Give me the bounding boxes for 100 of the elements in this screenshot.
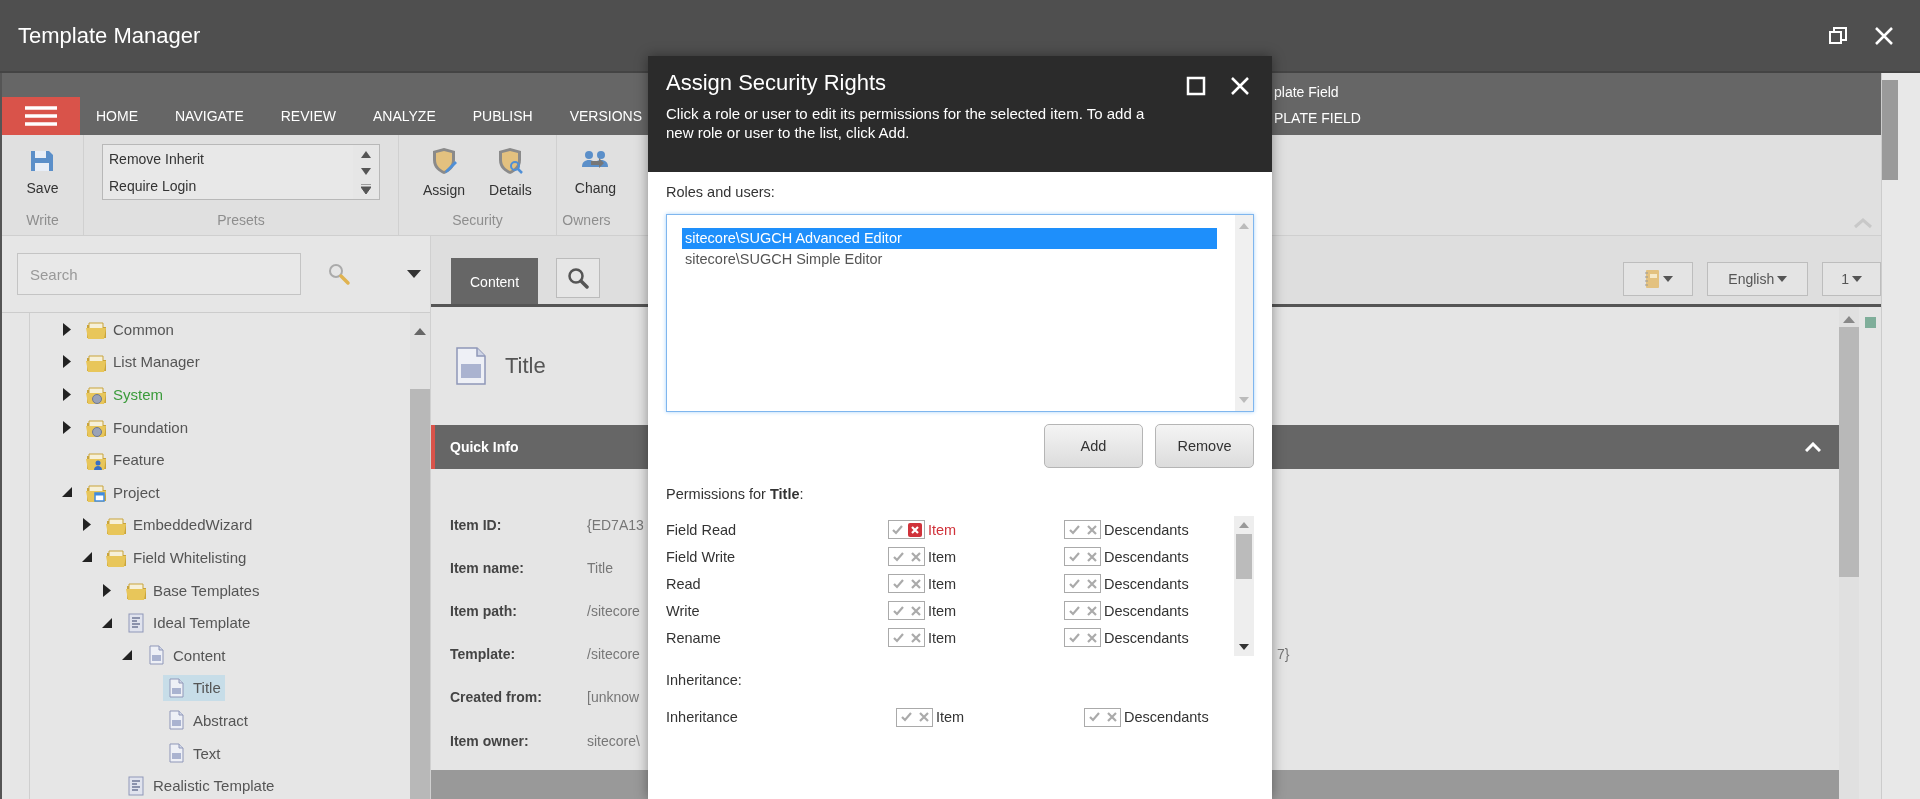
cross-icon bbox=[910, 551, 921, 562]
permission-toggle[interactable] bbox=[888, 520, 925, 539]
details-button[interactable]: Details bbox=[489, 146, 532, 198]
tree-item[interactable]: Abstract bbox=[163, 707, 253, 734]
permission-name: Field Read bbox=[666, 521, 738, 538]
permission-toggle[interactable] bbox=[1064, 574, 1101, 593]
tree-item[interactable]: Base Templates bbox=[123, 577, 264, 604]
cross-icon bbox=[910, 632, 921, 643]
ribbon-tab[interactable]: HOME bbox=[96, 108, 138, 124]
scroll-down-icon[interactable] bbox=[361, 167, 371, 175]
ribbon-tab[interactable]: PUBLISH bbox=[472, 108, 533, 124]
role-item[interactable]: sitecore\SUGCH Advanced Editor bbox=[682, 228, 1217, 249]
caret-icon bbox=[1852, 276, 1862, 282]
tree-item[interactable]: Title bbox=[163, 674, 225, 701]
check-icon bbox=[1068, 605, 1080, 616]
collapse-arrow-icon[interactable] bbox=[82, 552, 92, 563]
permission-toggle[interactable] bbox=[888, 547, 925, 566]
role-item[interactable]: sitecore\SUGCH Simple Editor bbox=[682, 249, 1217, 270]
editor-tab[interactable]: Content bbox=[451, 258, 539, 304]
expand-arrow-icon[interactable] bbox=[63, 420, 71, 434]
permission-toggle[interactable] bbox=[1064, 520, 1101, 539]
permission-name: Field Write bbox=[666, 548, 737, 565]
permission-label: Descendants bbox=[1104, 548, 1189, 565]
ribbon-tab[interactable]: NAVIGATE bbox=[175, 108, 244, 124]
collapse-arrow-icon[interactable] bbox=[102, 617, 112, 628]
save-button[interactable]: Save bbox=[26, 148, 59, 196]
cross-icon bbox=[910, 578, 921, 589]
field-label: Item owner: bbox=[449, 732, 529, 749]
presets-list[interactable]: Remove Inherit Require Login bbox=[102, 144, 380, 200]
tree-item[interactable]: Project bbox=[83, 479, 164, 506]
permission-toggle[interactable] bbox=[1064, 601, 1101, 620]
field-label: Template: bbox=[449, 646, 516, 663]
permission-toggle[interactable] bbox=[1064, 628, 1101, 647]
maximize-icon[interactable] bbox=[1186, 76, 1206, 96]
permission-label: Item bbox=[936, 709, 965, 725]
close-icon[interactable] bbox=[1230, 76, 1250, 96]
tree-item[interactable]: Foundation bbox=[83, 414, 193, 441]
tree-item[interactable]: List Manager bbox=[83, 348, 204, 375]
tree-item[interactable]: EmbeddedWizard bbox=[103, 511, 257, 538]
cross-icon bbox=[1106, 712, 1117, 722]
search-icon bbox=[567, 267, 590, 289]
field-value: sitecore\ bbox=[587, 732, 640, 749]
field-label: Inheritance: bbox=[666, 672, 743, 688]
roles-list[interactable]: sitecore\SUGCH Advanced Editor sitecore\SUGCH Simple Editor bbox=[666, 214, 1254, 412]
dialog-button[interactable]: Remove bbox=[1155, 424, 1254, 468]
scrollbar[interactable] bbox=[1234, 516, 1254, 656]
menu-button[interactable] bbox=[2, 97, 80, 135]
permission-label: Descendants bbox=[1104, 521, 1189, 538]
permission-toggle[interactable] bbox=[1064, 547, 1101, 566]
cross-icon bbox=[1086, 524, 1097, 535]
permission-name: Rename bbox=[666, 629, 722, 646]
scroll-up-icon[interactable] bbox=[361, 149, 371, 158]
search-field[interactable]: Search bbox=[17, 253, 301, 295]
expand-list-icon[interactable] bbox=[361, 184, 371, 195]
expand-arrow-icon[interactable] bbox=[63, 322, 71, 336]
check-icon bbox=[1068, 632, 1080, 643]
close-icon[interactable] bbox=[1874, 25, 1894, 46]
permission-toggle[interactable] bbox=[888, 628, 925, 647]
expand-arrow-icon[interactable] bbox=[83, 518, 91, 532]
tree-item[interactable]: Realistic Template bbox=[123, 772, 279, 799]
permission-toggle[interactable] bbox=[888, 601, 925, 620]
preset-item[interactable]: Require Login bbox=[109, 177, 347, 194]
restore-icon[interactable] bbox=[1828, 25, 1848, 46]
tree-item[interactable]: Text bbox=[163, 740, 225, 766]
collapse-arrow-icon[interactable] bbox=[122, 650, 132, 661]
tree-item[interactable]: Content bbox=[143, 642, 230, 669]
dialog-button[interactable]: Add bbox=[1044, 424, 1143, 468]
tree-item[interactable]: Feature bbox=[83, 446, 169, 473]
assign-button[interactable]: Assign bbox=[423, 146, 466, 198]
scrollbar[interactable] bbox=[1882, 80, 1898, 180]
scrollbar[interactable] bbox=[1839, 307, 1859, 799]
tree-item[interactable]: Field Whitelisting bbox=[103, 544, 251, 571]
ribbon-tab[interactable]: REVIEW bbox=[280, 108, 336, 124]
field-value: /sitecore bbox=[587, 646, 640, 663]
dialog-description: Click a role or user to edit its permissions for the selected item. To add a new role or user to the list, click Add. bbox=[666, 104, 1146, 142]
ribbon-tab[interactable]: ANALYZE bbox=[372, 108, 436, 124]
search-tab[interactable] bbox=[556, 258, 601, 298]
preset-item[interactable]: Remove Inherit bbox=[109, 150, 347, 167]
scrollbar[interactable] bbox=[410, 313, 430, 799]
check-icon bbox=[1068, 524, 1080, 535]
permission-toggle[interactable] bbox=[1084, 707, 1121, 727]
language-dropdown[interactable]: English bbox=[1707, 262, 1809, 296]
cross-icon bbox=[1086, 605, 1097, 616]
tree-item[interactable]: Common bbox=[83, 316, 178, 343]
expand-arrow-icon[interactable] bbox=[103, 583, 111, 597]
collapse-arrow-icon[interactable] bbox=[62, 487, 72, 498]
permission-toggle[interactable] bbox=[888, 574, 925, 593]
change-button[interactable]: Chang bbox=[574, 148, 617, 196]
permission-toggle[interactable] bbox=[896, 707, 933, 727]
dropdown-caret-icon[interactable] bbox=[407, 270, 421, 278]
expand-arrow-icon[interactable] bbox=[63, 355, 71, 369]
scroll-up-icon[interactable] bbox=[414, 327, 426, 335]
expand-arrow-icon[interactable] bbox=[63, 388, 71, 401]
ribbon-tab[interactable]: VERSIONS bbox=[569, 108, 642, 124]
ribbon-tab[interactable]: PLATE FIELD bbox=[1274, 110, 1361, 126]
scroll-down-icon[interactable] bbox=[1239, 644, 1249, 650]
scroll-up-icon[interactable] bbox=[1843, 315, 1855, 323]
tree-item[interactable]: Ideal Template bbox=[123, 609, 255, 636]
cross-icon bbox=[918, 712, 929, 722]
version-dropdown[interactable]: 1 bbox=[1822, 262, 1881, 296]
